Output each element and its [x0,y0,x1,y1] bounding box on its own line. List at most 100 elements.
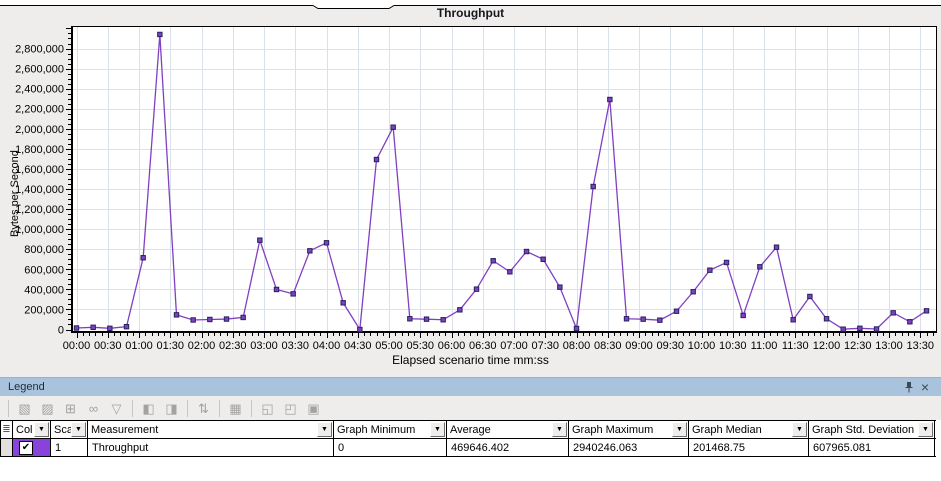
svg-text:00:00: 00:00 [63,340,91,352]
graph-maximum-dropdown-button[interactable]: ▼ [672,422,687,437]
save-icon[interactable]: ▣ [304,400,323,417]
svg-text:11:30: 11:30 [782,340,809,352]
column-header-graph-std-deviation[interactable]: Graph Std. Deviation ▼ [809,421,935,438]
svg-text:2,000,000: 2,000,000 [15,124,64,136]
column-header-graph-median[interactable]: Graph Median ▼ [689,421,809,438]
legend-panel: Legend × ▧▨⊞∞▽◧◨⇅▦◱◰▣ ≣ Col [0,377,941,481]
close-icon: × [921,380,929,394]
toolbar-separator [219,400,220,417]
svg-text:10:00: 10:00 [688,340,716,352]
configure-columns-icon[interactable]: ▦ [226,400,245,417]
svg-text:600,000: 600,000 [24,264,64,276]
svg-text:2,600,000: 2,600,000 [15,64,64,76]
throughput-chart: 0 200,000 400,000 600,000 800,000 1,000,000 1,… [0,5,941,376]
checkmark-icon: ✔ [22,443,30,453]
paste-icon[interactable]: ◰ [281,400,300,417]
svg-text:13:30: 13:30 [907,340,935,352]
column-header-graph-maximum[interactable]: Graph Maximum ▼ [569,421,689,438]
svg-text:07:30: 07:30 [531,340,559,352]
svg-text:09:00: 09:00 [625,340,653,352]
show-measurement-icon[interactable]: ▨ [38,400,57,417]
toolbar-separator [132,400,133,417]
svg-text:12:00: 12:00 [813,340,841,352]
col-dropdown-button[interactable]: ▼ [34,422,49,437]
column-header-measurement[interactable]: Measurement ▼ [88,421,334,438]
y-tick-labels: 0 200,000 400,000 600,000 800,000 1,000,000 1,… [15,44,64,337]
svg-text:2,800,000: 2,800,000 [15,44,64,56]
average-dropdown-button[interactable]: ▼ [552,422,567,437]
x-axis-title: Elapsed scenario time mm:ss [0,353,941,367]
measurement-description-icon[interactable]: ∞ [84,400,103,417]
legend-table: ≣ Col ▼ Scale ▼ Measurement ▼ Graph Mini… [0,420,941,481]
svg-text:1,400,000: 1,400,000 [15,184,64,196]
svg-text:11:00: 11:00 [751,340,778,352]
graph-std-deviation-dropdown-button[interactable]: ▼ [918,422,933,437]
scale-dropdown-button[interactable]: ▼ [71,422,86,437]
svg-text:01:30: 01:30 [156,340,184,352]
svg-text:00:30: 00:30 [94,340,122,352]
graph-std-deviation-value: 607965.081 [809,439,935,456]
column-chooser-button[interactable]: ≣ [0,421,13,438]
measurement-value: Throughput [88,439,334,456]
svg-text:10:30: 10:30 [719,340,747,352]
toolbar-separator [187,400,188,417]
svg-text:1,200,000: 1,200,000 [15,204,64,216]
legend-toolbar: ▧▨⊞∞▽ ◧◨ ⇅ ▦ ◱◰▣ [0,396,941,420]
legend-title: Legend [8,381,45,393]
svg-text:08:00: 08:00 [563,340,591,352]
svg-text:06:00: 06:00 [438,340,466,352]
x-tick-labels: 00:0000:3001:0001:3002:0002:3003:0003:30… [63,340,934,352]
scale-value: 1 [51,439,88,456]
svg-text:400,000: 400,000 [24,284,64,296]
svg-text:1,600,000: 1,600,000 [15,164,64,176]
legend-table-header: ≣ Col ▼ Scale ▼ Measurement ▼ Graph Mini… [0,420,936,439]
graph-maximum-value: 2940246.063 [569,439,689,456]
graph-median-dropdown-button[interactable]: ▼ [792,422,807,437]
copy-icon[interactable]: ◱ [258,400,277,417]
toolbar-separator [251,400,252,417]
svg-text:0: 0 [58,325,64,337]
row-gutter [0,439,13,456]
column-chooser-icon: ≣ [2,424,10,435]
graph-minimum-value: 0 [334,439,447,456]
graph-median-value: 201468.75 [689,439,809,456]
pin-button[interactable] [901,380,917,394]
svg-text:200,000: 200,000 [24,304,64,316]
filter-measurement-icon[interactable]: ▽ [107,400,126,417]
svg-text:04:00: 04:00 [313,340,341,352]
legend-titlebar: Legend × [0,378,941,396]
svg-text:05:00: 05:00 [375,340,403,352]
sort-measurements-icon[interactable]: ⇅ [194,400,213,417]
pin-icon [904,381,914,393]
y-axis-line [71,26,73,333]
svg-text:02:00: 02:00 [188,340,216,352]
toolbar-separator [8,400,9,417]
hide-measurement-icon[interactable]: ▧ [15,400,34,417]
svg-text:13:00: 13:00 [875,340,903,352]
column-header-graph-minimum[interactable]: Graph Minimum ▼ [334,421,447,438]
svg-text:09:30: 09:30 [657,340,685,352]
analysis-graph-view: Throughput Bytes per Second 0200,000400,… [0,0,941,481]
svg-text:01:00: 01:00 [125,340,153,352]
svg-text:07:00: 07:00 [500,340,528,352]
column-header-average[interactable]: Average ▼ [447,421,569,438]
show-measurement-checkbox[interactable]: ✔ [19,441,33,455]
svg-text:03:30: 03:30 [281,340,309,352]
graph-minimum-dropdown-button[interactable]: ▼ [430,422,445,437]
svg-text:800,000: 800,000 [24,244,64,256]
svg-text:04:30: 04:30 [344,340,372,352]
svg-text:08:30: 08:30 [594,340,622,352]
svg-text:2,400,000: 2,400,000 [15,84,64,96]
scale-measurement-icon[interactable]: ◧ [139,400,158,417]
x-axis-line [71,331,937,333]
measurement-dropdown-button[interactable]: ▼ [317,422,332,437]
svg-text:1,000,000: 1,000,000 [15,224,64,236]
add-measurement-icon[interactable]: ⊞ [61,400,80,417]
close-button[interactable]: × [917,380,933,394]
column-header-scale[interactable]: Scale ▼ [51,421,88,438]
measurement-row[interactable]: ✔ 1 Throughput 0 469646.402 2940246.063 … [0,439,936,457]
auto-scale-icon[interactable]: ◨ [162,400,181,417]
svg-text:1,800,000: 1,800,000 [15,144,64,156]
column-header-col[interactable]: Col ▼ [13,421,51,438]
svg-text:02:30: 02:30 [219,340,247,352]
